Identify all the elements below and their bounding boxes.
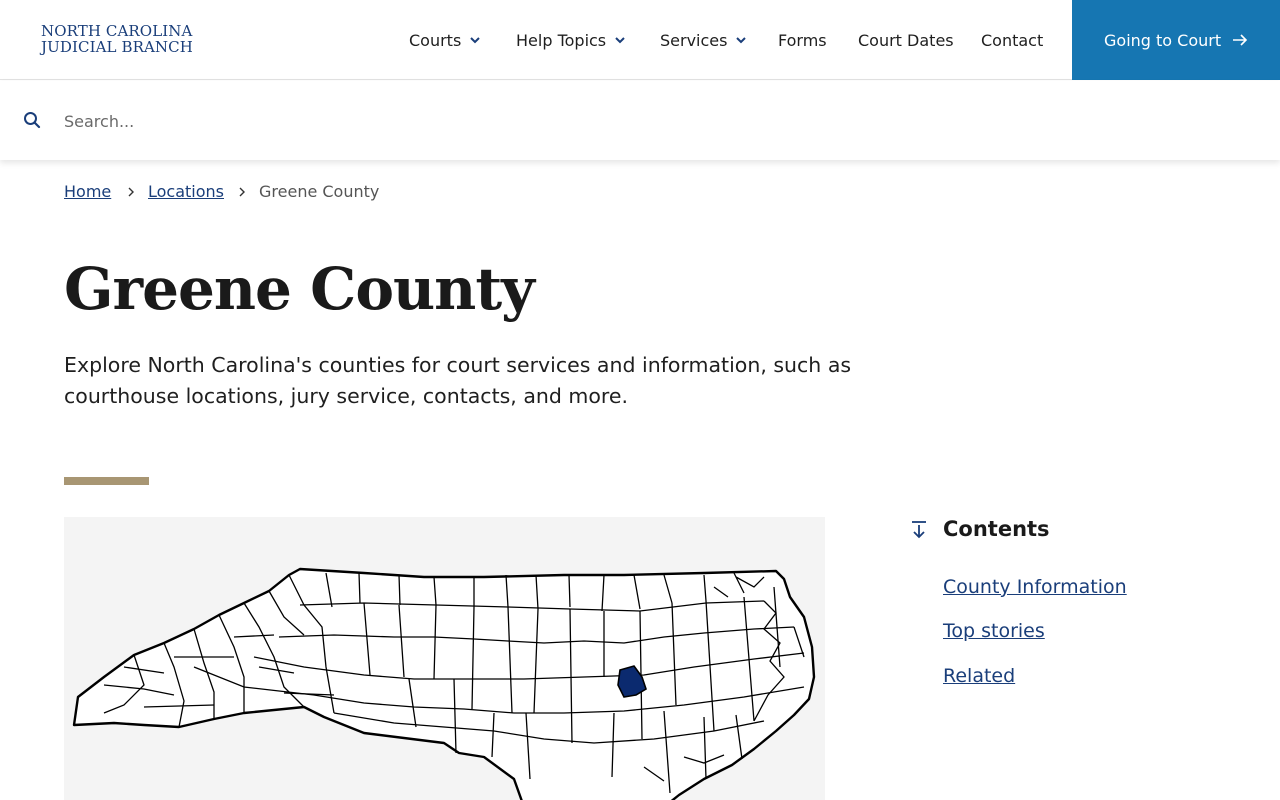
- page-lead: Explore North Carolina's counties for co…: [64, 353, 852, 408]
- nav-court-dates-label: Court Dates: [858, 30, 954, 50]
- nav-court-dates[interactable]: Court Dates: [858, 29, 954, 51]
- breadcrumb-home[interactable]: Home: [64, 182, 111, 201]
- search-bar: [0, 81, 1280, 160]
- nav-services-label: Services: [660, 30, 728, 50]
- arrow-right-icon: [1233, 34, 1248, 46]
- arrow-down-to-line-icon: [912, 521, 926, 539]
- nav-contact[interactable]: Contact: [981, 29, 1043, 51]
- contents-link-top-stories[interactable]: Top stories: [943, 620, 1045, 642]
- page-title: Greene County: [64, 255, 535, 323]
- contents-title: Contents: [943, 517, 1050, 541]
- accent-divider: [64, 477, 149, 485]
- nav-contact-label: Contact: [981, 30, 1044, 50]
- nav-courts-label: Courts: [409, 30, 462, 50]
- going-to-court-button[interactable]: Going to Court: [1072, 0, 1280, 80]
- going-to-court-label: Going to Court: [1104, 30, 1222, 50]
- site-header: NORTH CAROLINA JUDICIAL BRANCH Courts He…: [0, 0, 1280, 80]
- nav-help-topics-label: Help Topics: [516, 30, 607, 50]
- nav-forms-label: Forms: [778, 30, 827, 50]
- breadcrumb-locations[interactable]: Locations: [148, 182, 224, 201]
- chevron-right-icon: [239, 187, 245, 197]
- breadcrumb-current: Greene County: [259, 182, 380, 201]
- logo-line-2: JUDICIAL BRANCH: [41, 38, 193, 56]
- chevron-down-icon: [470, 37, 481, 44]
- nav-help-topics[interactable]: Help Topics: [516, 29, 626, 51]
- nc-county-map-svg: [72, 567, 816, 800]
- chevron-down-icon: [615, 37, 625, 44]
- search-input[interactable]: [64, 106, 1244, 136]
- search-icon[interactable]: [23, 111, 41, 129]
- county-map: [64, 517, 825, 800]
- nav-services[interactable]: Services: [660, 29, 747, 51]
- chevron-right-icon: [128, 187, 134, 197]
- logo-line-1: NORTH CAROLINA: [41, 22, 193, 40]
- site-logo[interactable]: NORTH CAROLINA JUDICIAL BRANCH: [41, 22, 193, 56]
- contents-link-county-information[interactable]: County Information: [943, 576, 1127, 598]
- chevron-down-icon: [736, 37, 747, 44]
- nav-forms[interactable]: Forms: [778, 29, 827, 51]
- contents-link-related[interactable]: Related: [943, 665, 1015, 687]
- nav-courts[interactable]: Courts: [409, 29, 481, 51]
